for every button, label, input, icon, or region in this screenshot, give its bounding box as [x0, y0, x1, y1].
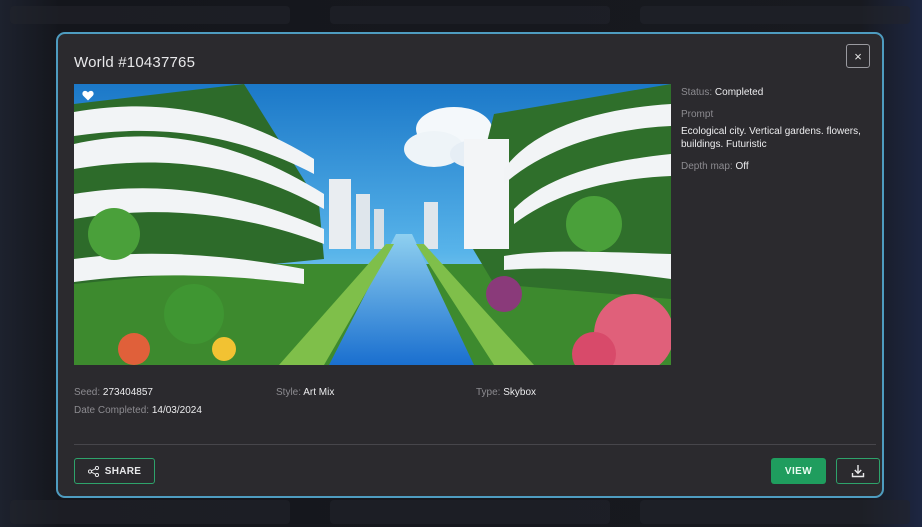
- background-card: [330, 6, 610, 24]
- world-preview-image[interactable]: [74, 84, 671, 365]
- seed-row: Seed: 273404857: [74, 384, 202, 402]
- modal-title: World #10437765: [74, 54, 196, 71]
- type-row: Type: Skybox: [476, 384, 536, 402]
- depth-map-label: Depth map:: [681, 161, 733, 172]
- date-completed-value: 14/03/2024: [151, 405, 202, 416]
- style-value: Art Mix: [303, 387, 335, 398]
- background-card: [330, 500, 610, 524]
- background-card: [10, 6, 290, 24]
- skybox-illustration: [74, 84, 671, 365]
- world-detail-modal: World #10437765 × Status: Completed Prom…: [56, 32, 884, 498]
- heart-icon[interactable]: [82, 90, 94, 101]
- prompt-row: Prompt Ecological city. Vertical gardens…: [681, 108, 876, 151]
- background-card: [10, 500, 290, 524]
- style-row: Style: Art Mix: [276, 384, 334, 402]
- share-button-label: SHARE: [104, 465, 142, 477]
- type-value: Skybox: [503, 387, 537, 398]
- type-label: Type:: [476, 387, 501, 398]
- depth-map-value: Off: [735, 161, 749, 172]
- status-label: Status:: [681, 87, 713, 98]
- depth-map-row: Depth map: Off: [681, 160, 876, 173]
- download-icon: [851, 465, 865, 478]
- prompt-label: Prompt: [681, 109, 714, 120]
- view-button-label: VIEW: [784, 465, 813, 477]
- seed-date-group: Seed: 273404857 Date Completed: 14/03/20…: [74, 384, 202, 420]
- style-label: Style:: [276, 387, 302, 398]
- prompt-text: Ecological city. Vertical gardens. flowe…: [681, 126, 861, 150]
- view-button[interactable]: VIEW: [771, 458, 826, 484]
- details-panel: Status: Completed Prompt Ecological city…: [681, 86, 876, 182]
- seed-value: 273404857: [102, 387, 153, 398]
- share-button[interactable]: SHARE: [74, 458, 155, 484]
- close-icon: ×: [854, 48, 862, 64]
- divider: [74, 444, 876, 445]
- background-card: [640, 500, 910, 524]
- background-card: [640, 6, 910, 24]
- share-icon: [87, 465, 99, 477]
- seed-label: Seed:: [74, 387, 101, 398]
- date-completed-label: Date Completed:: [74, 405, 150, 416]
- date-completed-row: Date Completed: 14/03/2024: [74, 402, 202, 420]
- status-value: Completed: [714, 87, 764, 98]
- status-row: Status: Completed: [681, 86, 876, 99]
- close-button[interactable]: ×: [846, 44, 870, 68]
- download-button[interactable]: [836, 458, 880, 484]
